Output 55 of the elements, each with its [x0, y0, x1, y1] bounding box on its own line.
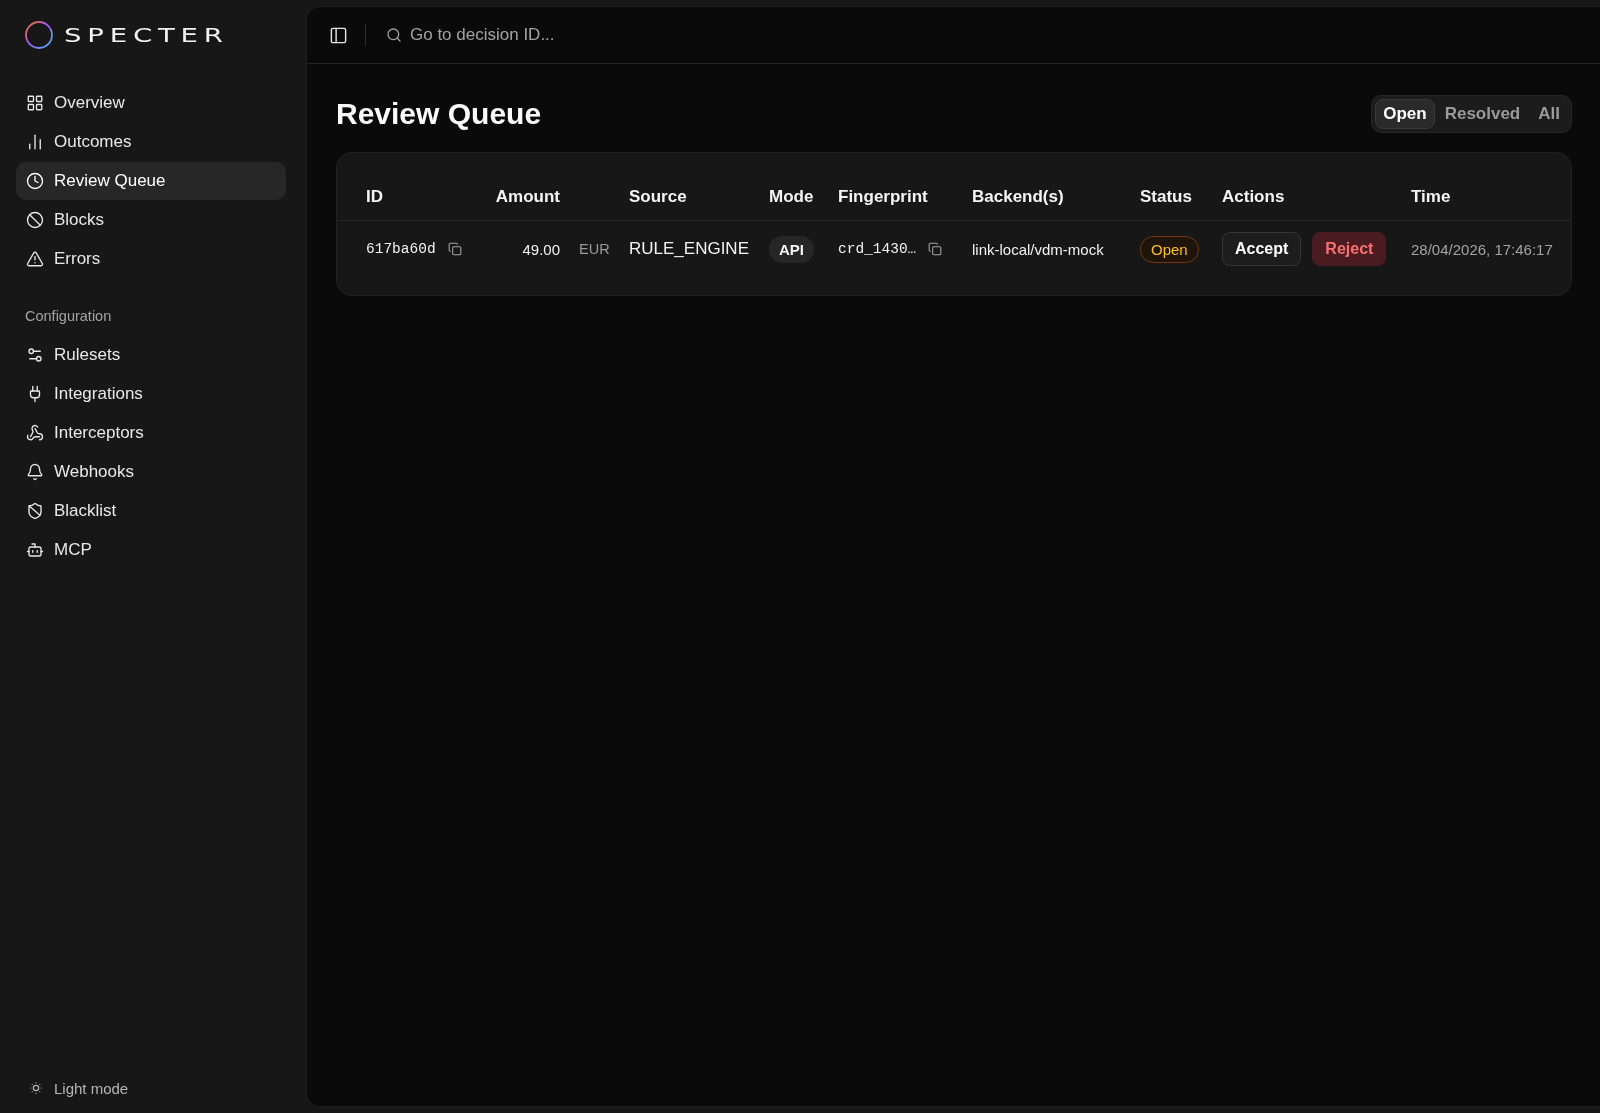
status-badge: Open — [1140, 235, 1199, 263]
column-header: ID — [366, 186, 383, 207]
search-icon — [386, 27, 402, 43]
nav-item[interactable]: Integrations — [16, 375, 286, 413]
column-header: Actions — [1222, 186, 1285, 207]
webhook-icon — [26, 424, 44, 442]
shield-icon — [26, 502, 44, 520]
nav-item[interactable]: MCP — [16, 531, 286, 569]
page-title: Review Queue — [336, 97, 542, 131]
column-header: Amount — [495, 186, 560, 207]
time-text: 28/04/2026, 17:46:17 — [1411, 240, 1553, 258]
bell-icon — [26, 463, 44, 481]
filter-tab[interactable]: All — [1530, 99, 1568, 129]
logo-ring-icon — [25, 21, 53, 49]
logo-text: SPECTER — [64, 25, 229, 45]
nav-item[interactable]: Outcomes — [16, 123, 286, 161]
column-header: Source — [629, 186, 687, 207]
accept-button[interactable]: Accept — [1222, 232, 1302, 266]
fingerprint-text: crd_1430… — [838, 241, 917, 257]
grid-icon — [26, 94, 44, 112]
search-field[interactable]: Go to decision ID... — [410, 23, 710, 47]
nav-item[interactable]: Review Queue — [16, 162, 286, 200]
source-text: RULE_ENGINE — [629, 239, 749, 259]
backend-text: link-local/vdm-mock — [972, 240, 1104, 258]
amount-value: 49.00 — [522, 240, 560, 258]
nav-item[interactable]: Overview — [16, 84, 286, 122]
robot-icon — [26, 541, 44, 559]
mode-badge: API — [769, 235, 814, 263]
column-header: Backend(s) — [972, 186, 1064, 207]
prohibited-icon — [26, 211, 44, 229]
theme-toggle-button[interactable]: Light mode — [16, 1072, 141, 1104]
copy-icon[interactable] — [447, 242, 462, 256]
sidebar-toggle-icon[interactable] — [329, 25, 348, 45]
clock-icon — [26, 172, 44, 190]
nav-item[interactable]: Interceptors — [16, 414, 286, 452]
filter-tab[interactable]: Resolved — [1436, 99, 1529, 129]
filter-tab[interactable]: Open — [1375, 99, 1435, 129]
column-header: Time — [1411, 186, 1451, 207]
nav-item[interactable]: Blocks — [16, 201, 286, 239]
section-title: Configuration — [25, 307, 113, 326]
column-header: Fingerprint — [838, 186, 928, 207]
column-header: Mode — [769, 186, 814, 207]
bar-chart-icon — [26, 133, 44, 151]
nav-item[interactable]: Blacklist — [16, 492, 286, 530]
sliders-icon — [26, 346, 44, 364]
decision-id: 617ba60d — [366, 241, 436, 257]
nav-item[interactable]: Webhooks — [16, 453, 286, 491]
warning-icon — [26, 250, 44, 268]
currency-code: EUR — [579, 241, 610, 257]
nav-item[interactable]: Rulesets — [16, 336, 286, 374]
reject-button[interactable]: Reject — [1312, 232, 1387, 266]
copy-icon[interactable] — [928, 242, 943, 256]
nav-item[interactable]: Errors — [16, 240, 286, 278]
column-header: Status — [1140, 186, 1192, 207]
sun-icon — [28, 1080, 44, 1096]
